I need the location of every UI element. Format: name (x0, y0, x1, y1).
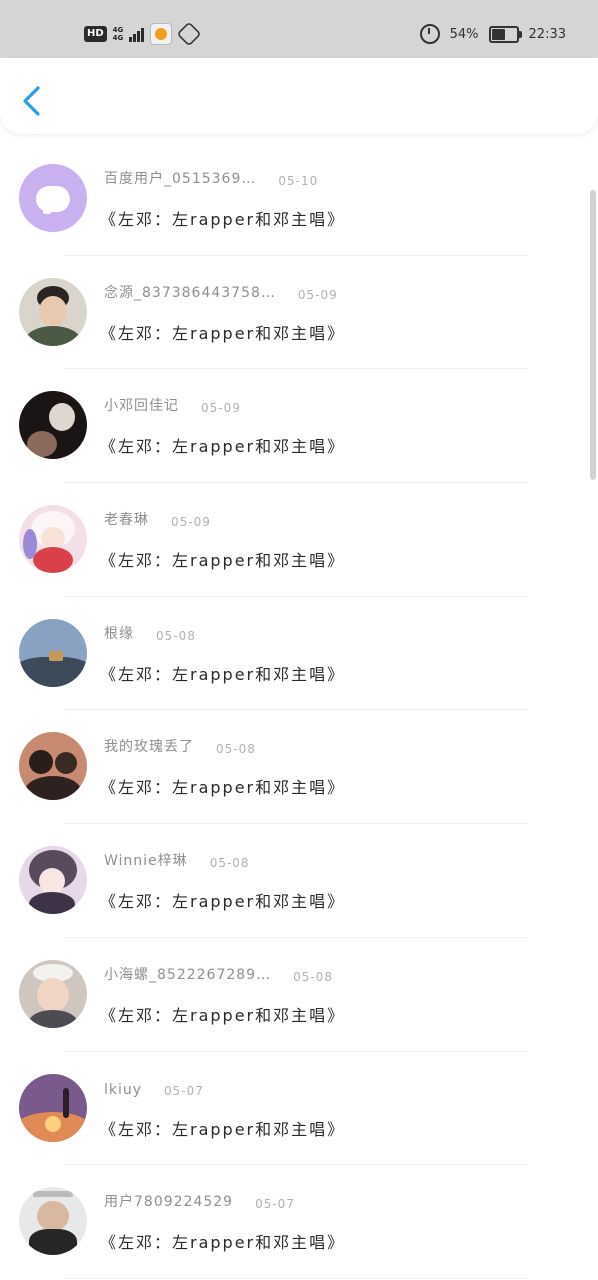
message-text: 《左邓：左rapper和邓主唱》 (100, 551, 346, 571)
message-date: 05-08 (156, 628, 196, 643)
message-text: 《左邓：左rapper和邓主唱》 (100, 892, 346, 912)
message-date: 05-08 (293, 969, 333, 984)
message-text: 《左邓：左rapper和邓主唱》 (100, 437, 346, 457)
message-list: 百度用户_0515369… 05-10 《左邓：左rapper和邓主唱》 念源_837… (0, 142, 598, 1279)
status-bar: HD 4G 4G 54% 22:33 (0, 0, 598, 58)
scrollbar[interactable] (590, 190, 596, 480)
message-text: 《左邓：左rapper和邓主唱》 (100, 778, 346, 798)
battery-fill (491, 28, 505, 40)
network-type-top: 4G (112, 26, 124, 34)
sender-name[interactable]: 我的玫瑰丢了 (104, 736, 194, 756)
avatar[interactable] (19, 959, 87, 1028)
message-meta: Winnie梓琳 05-08 (104, 850, 250, 870)
chevron-left-icon (23, 86, 40, 116)
avatar[interactable] (19, 1187, 87, 1256)
network-type: 4G 4G (113, 26, 124, 42)
message-meta: 我的玫瑰丢了 05-08 (104, 736, 256, 756)
status-right-icons: 54% 22:33 (419, 22, 566, 46)
message-date: 05-10 (278, 174, 319, 188)
message-meta: 老春琳 05-09 (104, 509, 211, 529)
sender-name[interactable]: 根缘 (104, 623, 134, 643)
message-date: 05-07 (255, 1197, 295, 1212)
message-row[interactable]: 小海螺_8522267289… 05-08 《左邓：左rapper和邓主唱》 (0, 938, 598, 1052)
message-meta: 百度用户_0515369… 05-10 (104, 168, 318, 188)
message-meta: 念源_837386443758… 05-09 (104, 282, 338, 302)
alarm-icon (419, 24, 440, 44)
message-row[interactable]: 百度用户_0515369… 05-10 《左邓：左rapper和邓主唱》 (0, 142, 598, 256)
sender-name[interactable]: 小邓回佳记 (104, 395, 179, 415)
message-text: 《左邓：左rapper和邓主唱》 (100, 1119, 346, 1139)
message-text: 《左邓：左rapper和邓主唱》 (100, 210, 346, 229)
sender-name[interactable]: 念源_837386443758… (104, 282, 276, 302)
status-left-icons: HD 4G 4G (84, 21, 202, 47)
message-date: 05-09 (297, 287, 338, 302)
battery-percentage: 54% (449, 26, 479, 42)
back-button[interactable] (18, 84, 48, 118)
message-text: 《左邓：左rapper和邓主唱》 (100, 1233, 346, 1253)
message-row[interactable]: 小邓回佳记 05-09 《左邓：左rapper和邓主唱》 (0, 369, 598, 483)
message-date: 05-07 (164, 1083, 204, 1098)
hexagon-app-icon (176, 21, 202, 47)
message-row[interactable]: 根缘 05-08 《左邓：左rapper和邓主唱》 (0, 597, 598, 711)
avatar[interactable] (19, 618, 87, 687)
network-type-bottom: 4G (112, 34, 124, 42)
sender-name[interactable]: Winnie梓琳 (104, 850, 188, 870)
header-bar (0, 58, 598, 134)
message-meta: 小海螺_8522267289… 05-08 (104, 964, 333, 984)
message-row[interactable]: 我的玫瑰丢了 05-08 《左邓：左rapper和邓主唱》 (0, 710, 598, 824)
sender-name[interactable]: 小海螺_8522267289… (104, 964, 271, 984)
app-notification-icon (150, 23, 173, 45)
message-meta: lkiuy 05-07 (104, 1078, 204, 1098)
sender-name[interactable]: 老春琳 (104, 509, 149, 529)
avatar[interactable] (19, 732, 87, 801)
signal-icon (129, 26, 145, 42)
message-text: 《左邓：左rapper和邓主唱》 (100, 664, 346, 684)
message-row[interactable]: 念源_837386443758… 05-09 《左邓：左rapper和邓主唱》 (0, 256, 598, 370)
clock-time: 22:33 (528, 26, 566, 42)
message-text: 《左邓：左rapper和邓主唱》 (100, 1005, 346, 1025)
avatar[interactable] (19, 164, 87, 232)
message-date: 05-09 (171, 515, 211, 530)
avatar[interactable] (19, 277, 87, 346)
sender-name[interactable]: 用户7809224529 (104, 1191, 233, 1211)
message-meta: 根缘 05-08 (104, 623, 196, 643)
avatar[interactable] (19, 846, 87, 915)
message-row[interactable]: 用户7809224529 05-07 《左邓：左rapper和邓主唱》 (0, 1165, 598, 1279)
message-date: 05-08 (209, 856, 250, 871)
message-row[interactable]: 老春琳 05-09 《左邓：左rapper和邓主唱》 (0, 483, 598, 597)
message-row[interactable]: lkiuy 05-07 《左邓：左rapper和邓主唱》 (0, 1052, 598, 1166)
message-meta: 用户7809224529 05-07 (104, 1191, 295, 1211)
battery-icon (488, 25, 522, 43)
message-text: 《左邓：左rapper和邓主唱》 (100, 323, 346, 343)
message-meta: 小邓回佳记 05-09 (104, 395, 241, 415)
message-row[interactable]: Winnie梓琳 05-08 《左邓：左rapper和邓主唱》 (0, 824, 598, 938)
avatar[interactable] (19, 1073, 87, 1142)
hd-badge: HD (84, 26, 107, 42)
sender-name[interactable]: 百度用户_0515369… (104, 168, 256, 188)
sender-name[interactable]: lkiuy (104, 1082, 142, 1098)
message-date: 05-09 (201, 401, 241, 416)
message-date: 05-08 (216, 742, 256, 757)
avatar[interactable] (19, 391, 87, 460)
avatar[interactable] (19, 505, 87, 574)
